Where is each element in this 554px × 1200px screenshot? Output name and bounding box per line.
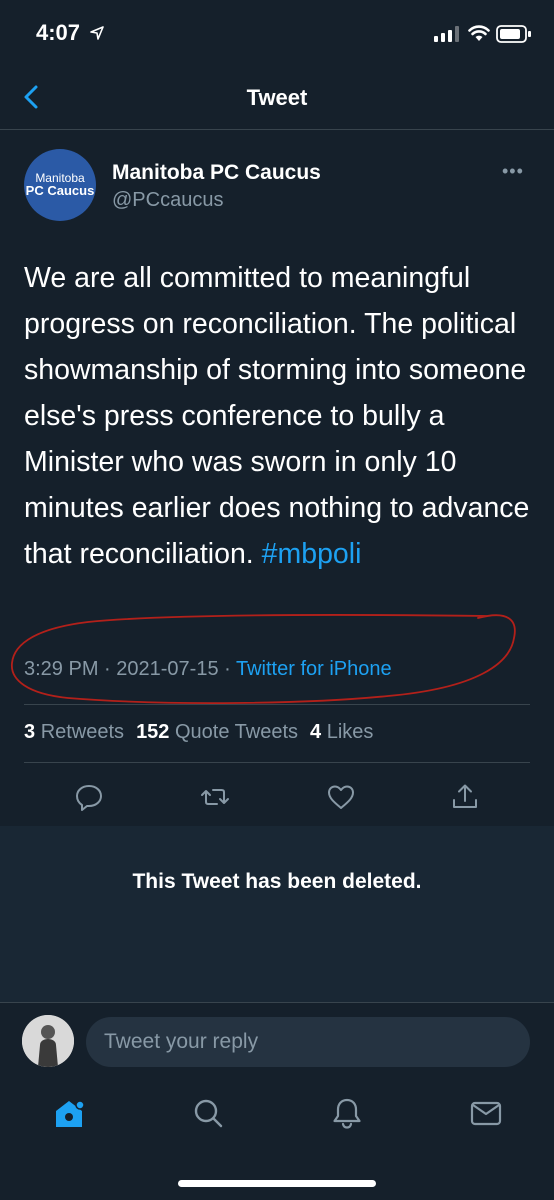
reply-icon[interactable] (74, 782, 104, 812)
like-icon[interactable] (326, 782, 356, 812)
likes-count: 4 (310, 721, 322, 743)
deleted-tweet-message: This Tweet has been deleted. (132, 870, 422, 893)
deleted-tweet-panel: This Tweet has been deleted. (0, 826, 554, 1002)
location-arrow-icon (90, 26, 104, 40)
home-indicator (178, 1180, 376, 1187)
engagement-stats: 3 Retweets 152 Quote Tweets 4 Likes (24, 721, 373, 744)
cellular-signal-icon (434, 26, 459, 42)
home-icon[interactable] (52, 1096, 86, 1130)
status-time: 4:07 (36, 20, 81, 45)
reply-input[interactable] (86, 1017, 530, 1067)
retweets-count: 3 (24, 721, 36, 743)
likes-stat[interactable]: 4 Likes (310, 721, 373, 743)
reply-bar (0, 1002, 554, 1078)
tweet-body: We are all committed to meaningful progr… (24, 262, 530, 570)
tweet-actions (0, 770, 554, 824)
share-icon[interactable] (450, 782, 480, 812)
likes-label: Likes (326, 721, 374, 743)
quote-tweets-count: 152 (136, 721, 170, 743)
retweets-stat[interactable]: 3 Retweets (24, 721, 124, 743)
user-avatar[interactable] (22, 1015, 74, 1067)
battery-icon (496, 25, 531, 43)
divider (24, 704, 530, 705)
avatar-logo-line2: PC Caucus (25, 183, 95, 198)
annotation-circle (11, 613, 516, 704)
notifications-icon[interactable] (330, 1096, 364, 1130)
user-photo-icon (22, 1015, 74, 1067)
divider (24, 762, 530, 763)
more-options-icon[interactable]: ••• (502, 161, 528, 181)
retweet-icon[interactable] (200, 782, 230, 812)
tweet-text: We are all committed to meaningful progr… (24, 255, 534, 577)
messages-icon[interactable] (469, 1096, 503, 1130)
user-handle[interactable]: @PCcaucus (112, 189, 223, 212)
search-icon[interactable] (191, 1096, 225, 1130)
page-title: Tweet (246, 85, 308, 110)
quote-tweets-label: Quote Tweets (175, 721, 299, 743)
hashtag-link[interactable]: #mbpoli (262, 538, 362, 570)
retweets-label: Retweets (40, 721, 125, 743)
navigation-bar: Tweet (0, 70, 554, 130)
display-name[interactable]: Manitoba PC Caucus (112, 161, 321, 185)
avatar[interactable]: Manitoba PC Caucus (24, 149, 96, 221)
wifi-icon (468, 25, 490, 41)
status-bar: 4:07 (0, 0, 554, 70)
quote-tweets-stat[interactable]: 152 Quote Tweets (136, 721, 298, 743)
